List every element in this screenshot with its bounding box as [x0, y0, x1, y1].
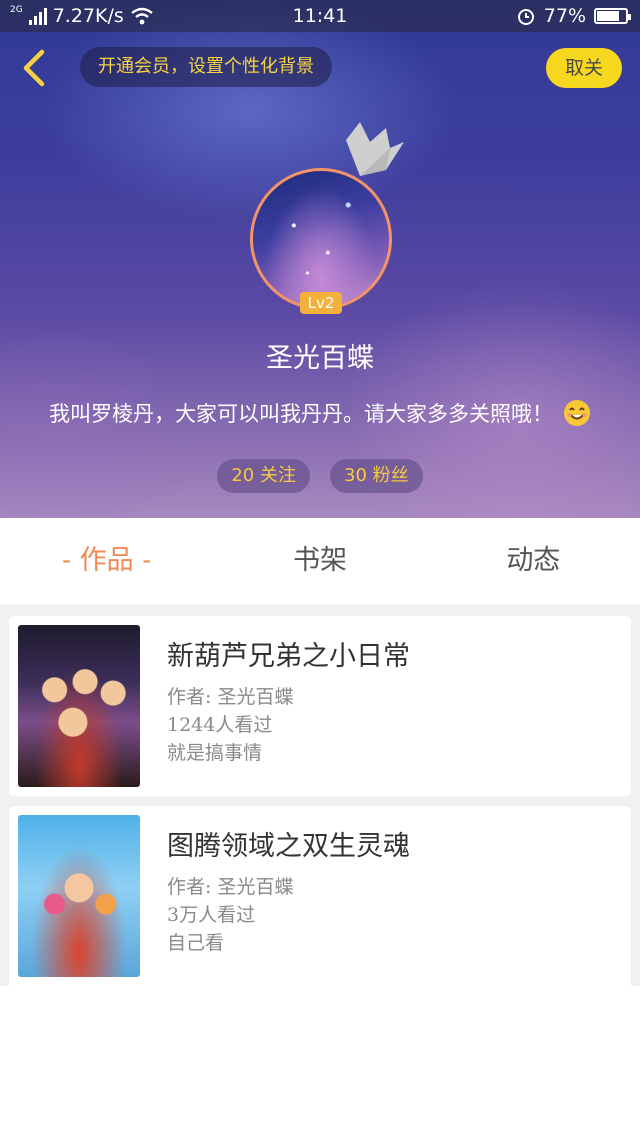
list-item[interactable]: 新葫芦兄弟之小日常 作者: 圣光百蝶 1244人看过 就是搞事情 [9, 616, 631, 796]
battery-percent: 77% [543, 5, 586, 27]
status-bar: 2G 7.27K/s 11:41 77% [0, 0, 640, 32]
battery-icon [594, 8, 631, 24]
work-cover-image [18, 815, 140, 977]
avatar[interactable]: Lv2 [250, 168, 392, 314]
level-badge: Lv2 [300, 292, 342, 314]
back-button[interactable] [14, 46, 58, 90]
tab-works[interactable]: - 作品 - [0, 518, 213, 604]
smile-emoji-icon [564, 400, 590, 426]
work-author: 作者: 圣光百蝶 [167, 876, 294, 898]
following-count[interactable]: 20 关注 [217, 459, 310, 493]
unfollow-button[interactable]: 取关 [546, 48, 622, 88]
alarm-icon [517, 9, 534, 25]
tab-bookshelf[interactable]: 书架 [213, 518, 426, 604]
work-title: 图腾领域之双生灵魂 [167, 831, 410, 862]
work-author: 作者: 圣光百蝶 [167, 686, 294, 708]
work-description: 自己看 [167, 932, 225, 954]
work-cover-image [18, 625, 140, 787]
work-title: 新葫芦兄弟之小日常 [167, 641, 410, 672]
avatar-image [250, 168, 392, 310]
work-views: 1244人看过 [167, 714, 273, 736]
list-item[interactable]: 图腾领域之双生灵魂 作者: 圣光百蝶 3万人看过 自己看 [9, 806, 631, 986]
bio: 我叫罗棱丹，大家可以叫我丹丹。请大家多多关照哦！ [0, 398, 640, 428]
work-views: 3万人看过 [167, 904, 256, 926]
works-list: 新葫芦兄弟之小日常 作者: 圣光百蝶 1244人看过 就是搞事情 图腾领域之双生… [0, 604, 640, 986]
followers-count[interactable]: 30 粉丝 [330, 459, 423, 493]
work-description: 就是搞事情 [167, 742, 263, 764]
bio-text: 我叫罗棱丹，大家可以叫我丹丹。请大家多多关照哦！ [49, 402, 553, 426]
follow-stats: 20 关注 30 粉丝 [0, 459, 640, 493]
username: 圣光百蝶 [266, 343, 374, 374]
vip-promo-banner[interactable]: 开通会员，设置个性化背景 [80, 47, 332, 87]
tab-activity[interactable]: 动态 [427, 518, 640, 604]
profile-header: 2G 7.27K/s 11:41 77% 开通会员，设置个性化背景 取关 Lv2… [0, 0, 640, 518]
back-arrow-icon [23, 49, 45, 87]
tab-bar: - 作品 - 书架 动态 [0, 518, 640, 604]
